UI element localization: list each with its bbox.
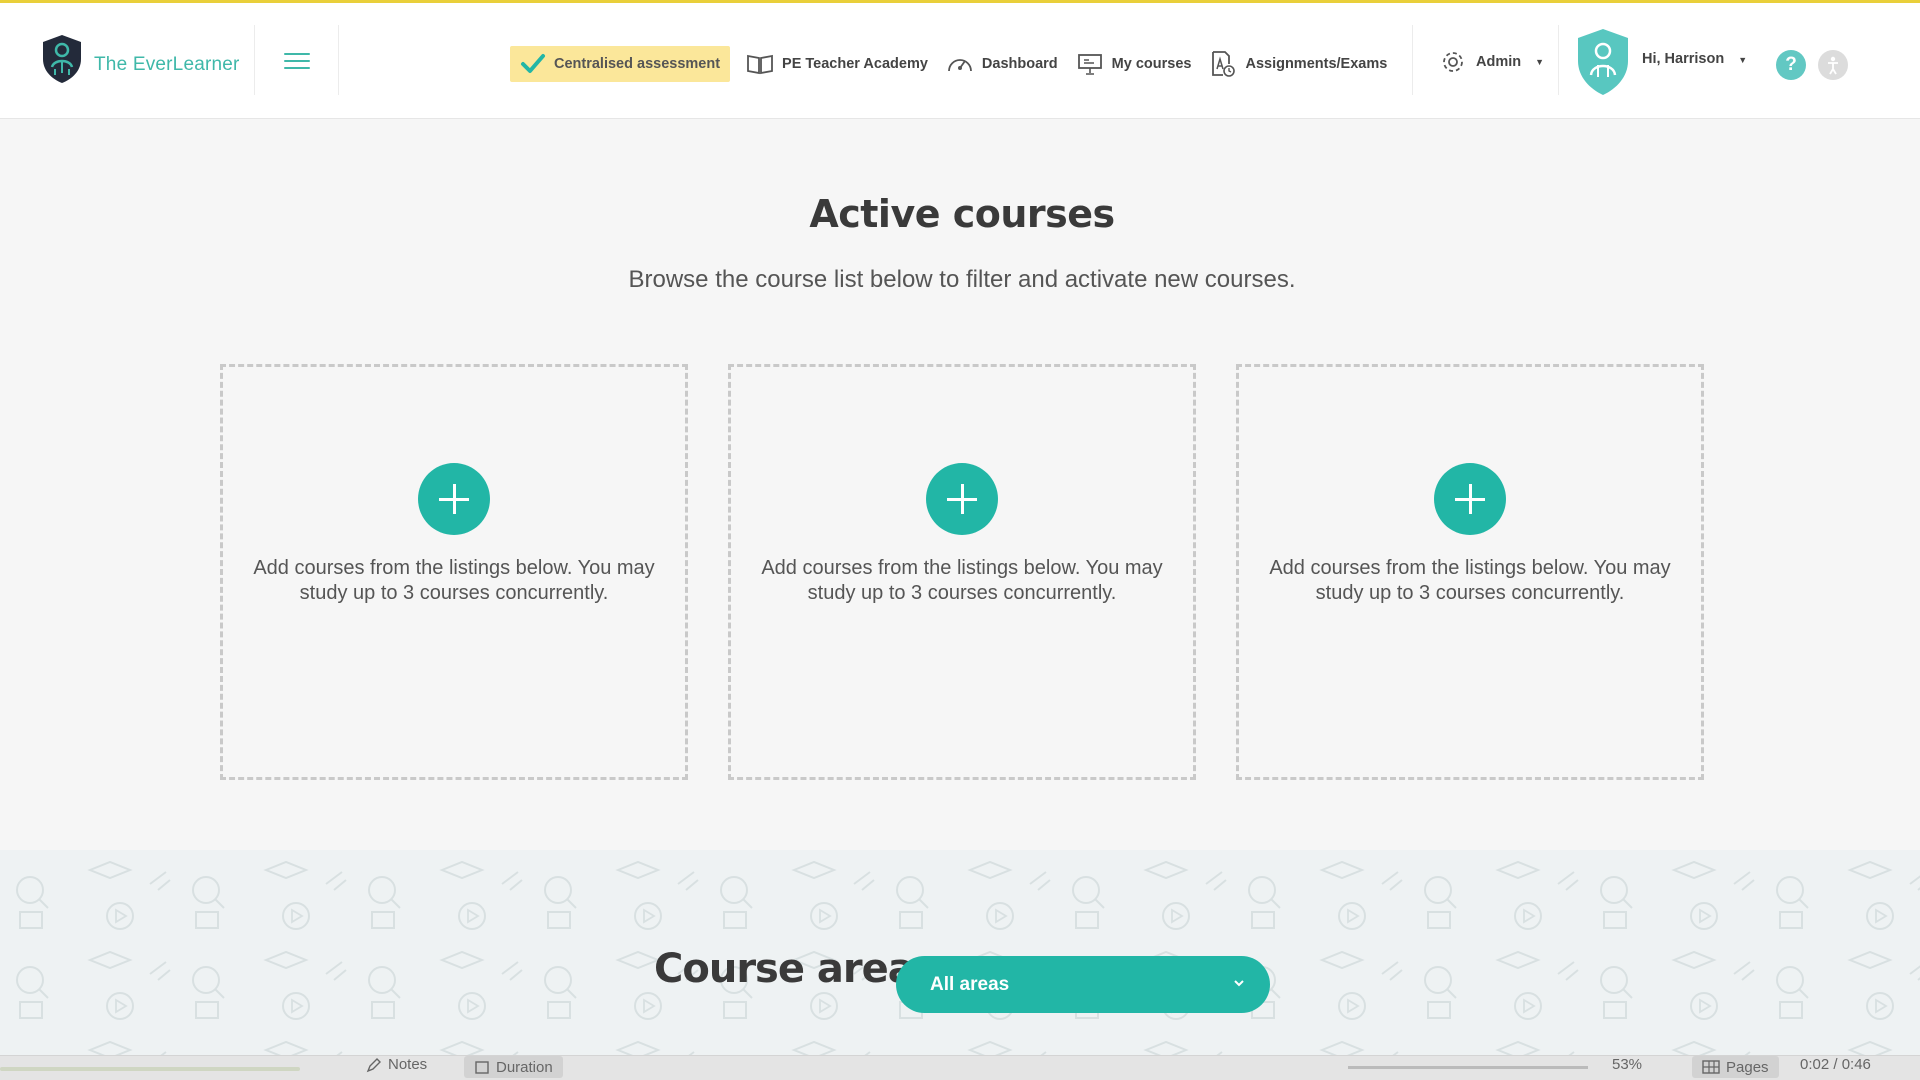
bottom-toolbar-strip: Notes Duration 53% Pages 0:02 / 0:46 [0,1055,1920,1080]
course-slot-3[interactable]: Add courses from the listings below. You… [1236,364,1704,780]
pages-label: Pages [1726,1058,1769,1076]
slot-instructions: Add courses from the listings below. You… [761,557,1163,604]
slot-instructions: Add courses from the listings below. You… [1269,557,1671,604]
pencil-icon [366,1057,381,1072]
add-course-plus-icon[interactable] [926,463,998,535]
gear-icon [1443,52,1463,72]
pages-button[interactable]: Pages [1692,1056,1779,1078]
duration-button[interactable]: Duration [464,1056,563,1078]
header-divider [338,25,339,95]
nav-label: PE Teacher Academy [782,56,928,72]
nav-pe-teacher-academy[interactable]: PE Teacher Academy [746,50,928,78]
page-title: Active courses [809,192,1115,236]
course-area-selected-value: All areas [930,973,1010,995]
book-icon [746,50,774,78]
admin-label: Admin [1476,54,1522,70]
page-subtitle: Browse the course list below to filter a… [628,266,1296,293]
user-menu[interactable]: Hi, Harrison ▼ [1574,27,1747,97]
course-slot-1[interactable]: Add courses from the listings below. You… [220,364,688,780]
brand-logo[interactable]: The EverLearner [40,33,240,85]
hamburger-menu-icon[interactable] [284,53,310,73]
zoom-level: 53% [1612,1056,1643,1073]
help-icon[interactable]: ? [1776,50,1806,80]
add-course-plus-icon[interactable] [1434,463,1506,535]
top-header: The EverLearner Centralised assessment P… [0,3,1920,119]
accessibility-icon[interactable] [1818,50,1848,80]
course-area-select[interactable]: All areas [896,956,1270,1013]
nav-label: Centralised assessment [554,56,721,72]
zoom-slider[interactable] [1348,1066,1588,1069]
notes-button[interactable]: Notes [366,1056,427,1073]
main-nav: Centralised assessment PE Teacher Academ… [510,46,1405,82]
gauge-icon [946,50,974,78]
brand-name: The EverLearner [94,54,240,75]
add-course-plus-icon[interactable] [418,463,490,535]
nav-assignments-exams[interactable]: Assignments/Exams [1209,50,1387,78]
avatar-shield-icon [1578,29,1628,95]
document-clock-icon [1209,50,1237,78]
nav-label: Assignments/Exams [1245,56,1388,72]
nav-dashboard[interactable]: Dashboard [946,50,1058,78]
thumbnail-strip [0,1064,320,1074]
duration-icon [475,1061,489,1074]
header-divider [254,25,255,95]
presentation-board-icon [1076,50,1104,78]
course-area-label: Course area [654,946,915,992]
playback-time: 0:02 / 0:46 [1800,1056,1871,1073]
admin-menu[interactable]: Admin ▼ [1440,49,1544,75]
nav-label: Dashboard [981,56,1058,72]
nav-label: My courses [1111,56,1192,72]
header-divider [1558,25,1559,95]
chevron-down-icon [1234,980,1244,987]
user-greeting: Hi, Harrison [1642,51,1725,67]
course-slot-2[interactable]: Add courses from the listings below. You… [728,364,1196,780]
decorative-pattern [0,850,1920,1060]
slot-instructions: Add courses from the listings below. You… [253,557,655,604]
header-divider [1412,25,1413,95]
grid-icon [1702,1060,1720,1074]
chevron-down-icon: ▼ [1535,57,1545,67]
shield-logo-icon [43,35,81,83]
nav-centralised-assessment[interactable]: Centralised assessment [510,46,731,82]
chevron-down-icon: ▼ [1738,55,1748,65]
duration-label: Duration [496,1058,553,1076]
checkmark-icon [521,54,545,73]
notes-label: Notes [388,1056,428,1073]
course-area-section: Course area All areas [0,850,1920,1060]
nav-my-courses[interactable]: My courses [1076,50,1192,78]
